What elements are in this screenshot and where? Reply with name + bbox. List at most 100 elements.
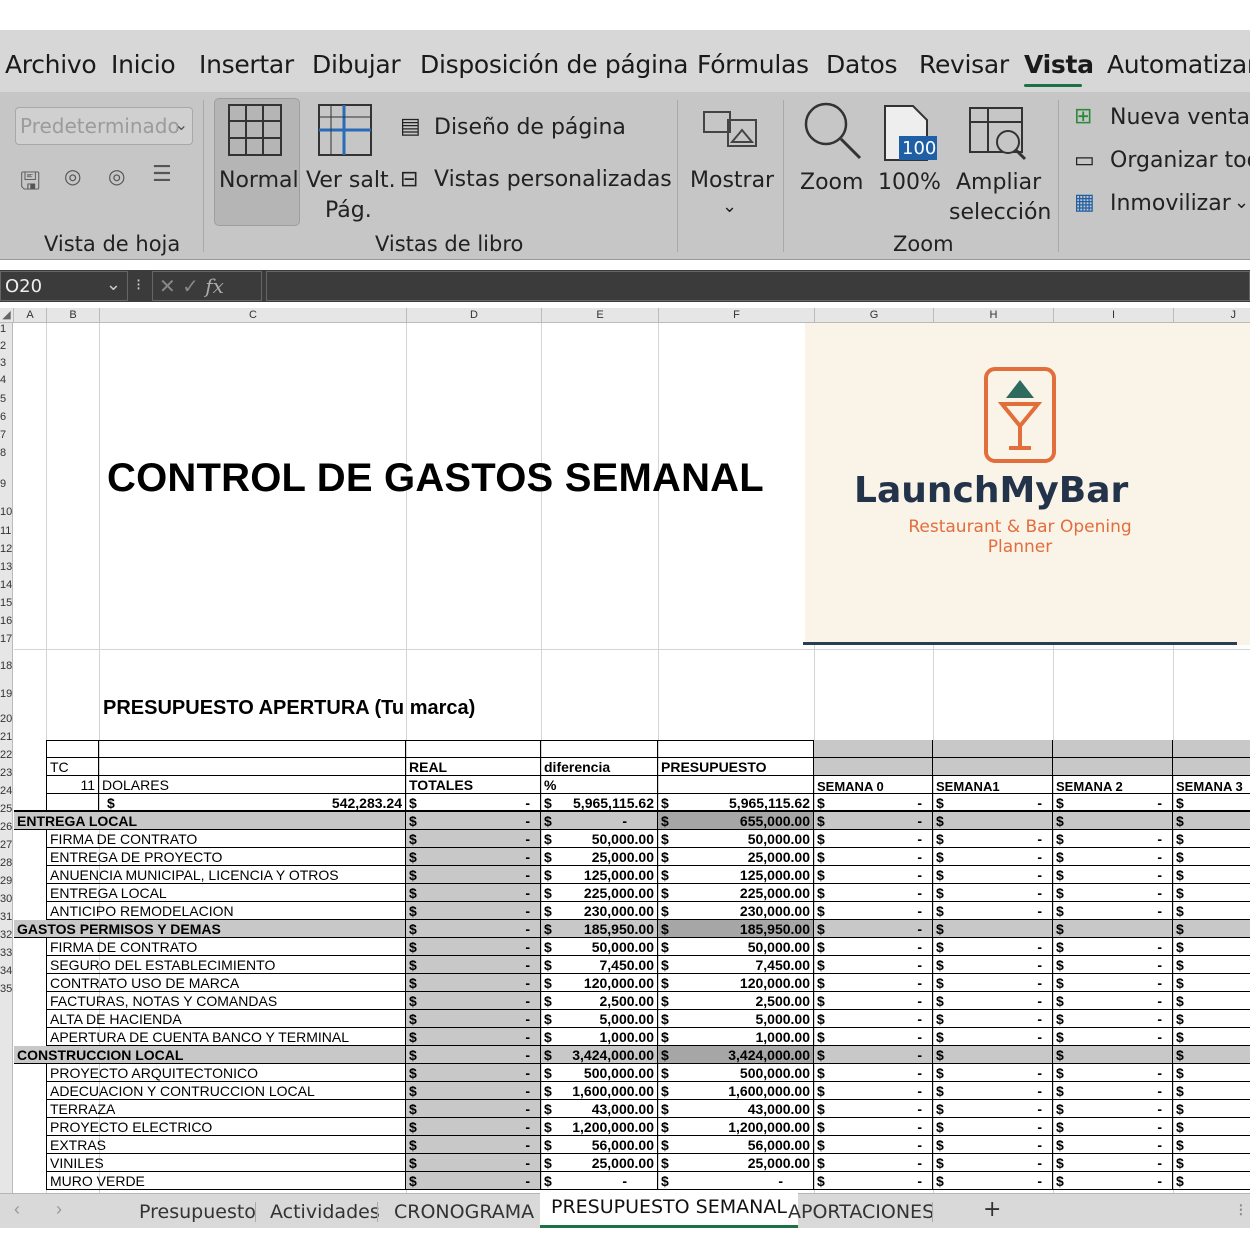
week-cell[interactable]: $ - (814, 1154, 933, 1172)
more-options-icon[interactable]: ⁝ (1238, 1200, 1244, 1221)
row-header[interactable]: 4 (0, 374, 12, 387)
section-label[interactable]: ENTREGA LOCAL (14, 812, 406, 830)
item-label[interactable]: ANUENCIA MUNICIPAL, LICENCIA Y OTROS (46, 866, 406, 884)
week-cell[interactable]: $ - (814, 974, 933, 992)
row-header[interactable]: 28 (0, 857, 12, 870)
week-cell[interactable]: $ (1173, 1064, 1250, 1082)
real-cell[interactable]: $ - (406, 992, 541, 1010)
week-cell[interactable]: $ - (814, 938, 933, 956)
row-header[interactable]: 34 (0, 965, 12, 978)
real-cell[interactable]: $ - (406, 1046, 541, 1064)
week-cell[interactable]: $ - (1053, 974, 1173, 992)
diferencia-cell[interactable]: $ - (541, 1172, 658, 1190)
row-header[interactable]: 14 (0, 579, 12, 592)
week-cell[interactable]: $ (933, 1046, 1053, 1064)
week-cell[interactable]: $ - (1053, 884, 1173, 902)
week-cell[interactable]: $ - (814, 1118, 933, 1136)
zoom-button[interactable]: Zoom (800, 170, 863, 195)
week-cell[interactable]: $ - (1053, 1136, 1173, 1154)
real-cell[interactable]: $ - (406, 1064, 541, 1082)
menu-revisar[interactable]: Revisar (919, 50, 1009, 79)
real-cell[interactable]: $ - (406, 974, 541, 992)
diferencia-cell[interactable]: $1,200,000.00 (541, 1118, 658, 1136)
real-cell[interactable]: $ - (406, 830, 541, 848)
week-cell[interactable]: $ (1173, 1136, 1250, 1154)
item-label[interactable]: EXTRAS (46, 1136, 406, 1154)
week-cell[interactable]: $ - (933, 938, 1053, 956)
week-cell[interactable]: $ - (933, 1172, 1053, 1190)
week-cell[interactable]: $ - (1053, 1154, 1173, 1172)
week-cell[interactable]: $ - (933, 974, 1053, 992)
more-icon[interactable]: ⁝ (136, 275, 141, 295)
page-break-icon[interactable] (318, 104, 374, 158)
scroll-left-icon[interactable]: ‹ (14, 1199, 20, 1220)
cancel-icon[interactable]: ✕ (159, 274, 176, 298)
section-label[interactable]: CONSTRUCCION LOCAL (14, 1046, 406, 1064)
week-cell[interactable]: $ - (1053, 1028, 1173, 1046)
row-header[interactable]: 11 (0, 525, 12, 538)
week-cell[interactable]: $ - (814, 830, 933, 848)
week-cell[interactable]: $ - (933, 848, 1053, 866)
diferencia-header[interactable]: diferencia (541, 758, 658, 776)
diferencia-cell[interactable]: $25,000.00 (541, 848, 658, 866)
column-header[interactable]: A (14, 308, 47, 323)
real-header[interactable]: REAL (406, 758, 541, 776)
week-header[interactable]: SEMANA 2 (1053, 776, 1173, 794)
week-cell[interactable]: $ - (933, 956, 1053, 974)
column-header[interactable]: I (1054, 308, 1174, 323)
row-header[interactable]: 10 (0, 506, 12, 519)
row-header[interactable]: 20 (0, 713, 12, 726)
real-cell[interactable]: $ - (406, 1154, 541, 1172)
row-header[interactable]: 35 (0, 983, 12, 996)
custom-views-button[interactable]: Vistas personalizadas (434, 167, 672, 192)
row-header[interactable]: 19 (0, 688, 12, 701)
week-cell[interactable]: $ (1173, 902, 1250, 920)
menu-datos[interactable]: Datos (826, 50, 898, 79)
week-cell[interactable]: $ - (933, 902, 1053, 920)
week-cell[interactable]: $ (1173, 848, 1250, 866)
week-cell[interactable]: $ - (1053, 956, 1173, 974)
diferencia-cell[interactable]: $185,950.00 (541, 920, 658, 938)
diferencia-cell[interactable]: $1,000.00 (541, 1028, 658, 1046)
week-cell[interactable]: $ - (814, 812, 933, 830)
menu-vista[interactable]: Vista (1024, 50, 1094, 79)
week-cell[interactable]: $ - (1053, 1118, 1173, 1136)
presupuesto-cell[interactable]: $3,424,000.00 (658, 1046, 814, 1064)
sheet-tab-active[interactable]: PRESUPUESTO SEMANAL (540, 1190, 798, 1228)
total-dolares-cell[interactable]: $542,283.24 (99, 794, 406, 812)
week-cell[interactable]: $ (1053, 1046, 1173, 1064)
real-cell[interactable]: $ - (406, 866, 541, 884)
presupuesto-cell[interactable]: $1,600,000.00 (658, 1082, 814, 1100)
row-header[interactable]: 30 (0, 893, 12, 906)
week-header[interactable]: SEMANA 3 (1173, 776, 1250, 794)
item-label[interactable]: ENTREGA LOCAL (46, 884, 406, 902)
week-cell[interactable]: $ - (1053, 1064, 1173, 1082)
menu-insertar[interactable]: Insertar (199, 50, 294, 79)
sheet-tab[interactable]: CRONOGRAMA (394, 1194, 534, 1228)
week-cell[interactable]: $ (1173, 1154, 1250, 1172)
item-label[interactable]: CONTRATO USO DE MARCA (46, 974, 406, 992)
real-cell[interactable]: $ - (406, 1010, 541, 1028)
row-header[interactable]: 18 (0, 660, 12, 673)
week-cell[interactable]: $ - (814, 1136, 933, 1154)
row-header[interactable]: 27 (0, 839, 12, 852)
diferencia-cell[interactable]: $120,000.00 (541, 974, 658, 992)
real-cell[interactable]: $ - (406, 1118, 541, 1136)
presupuesto-cell[interactable]: $230,000.00 (658, 902, 814, 920)
pct-header[interactable]: % (541, 776, 658, 794)
item-label[interactable]: FIRMA DE CONTRATO (46, 830, 406, 848)
sheet-tab[interactable]: Presupuesto (139, 1194, 256, 1228)
menu-archivo[interactable]: Archivo (5, 50, 97, 79)
diferencia-cell[interactable]: $2,500.00 (541, 992, 658, 1010)
week-cell[interactable]: $ (1173, 812, 1250, 830)
week-cell[interactable]: $ - (814, 1046, 933, 1064)
week-total-cell[interactable]: $ - (814, 794, 933, 812)
real-cell[interactable]: $ - (406, 920, 541, 938)
week-cell[interactable]: $ - (933, 1010, 1053, 1028)
week-cell[interactable]: $ - (933, 1154, 1053, 1172)
diferencia-cell[interactable]: $50,000.00 (541, 938, 658, 956)
row-header[interactable]: 26 (0, 821, 12, 834)
item-label[interactable]: FACTURAS, NOTAS Y COMANDAS (46, 992, 406, 1010)
week-cell[interactable]: $ (1173, 992, 1250, 1010)
week-cell[interactable]: $ (1173, 1172, 1250, 1190)
